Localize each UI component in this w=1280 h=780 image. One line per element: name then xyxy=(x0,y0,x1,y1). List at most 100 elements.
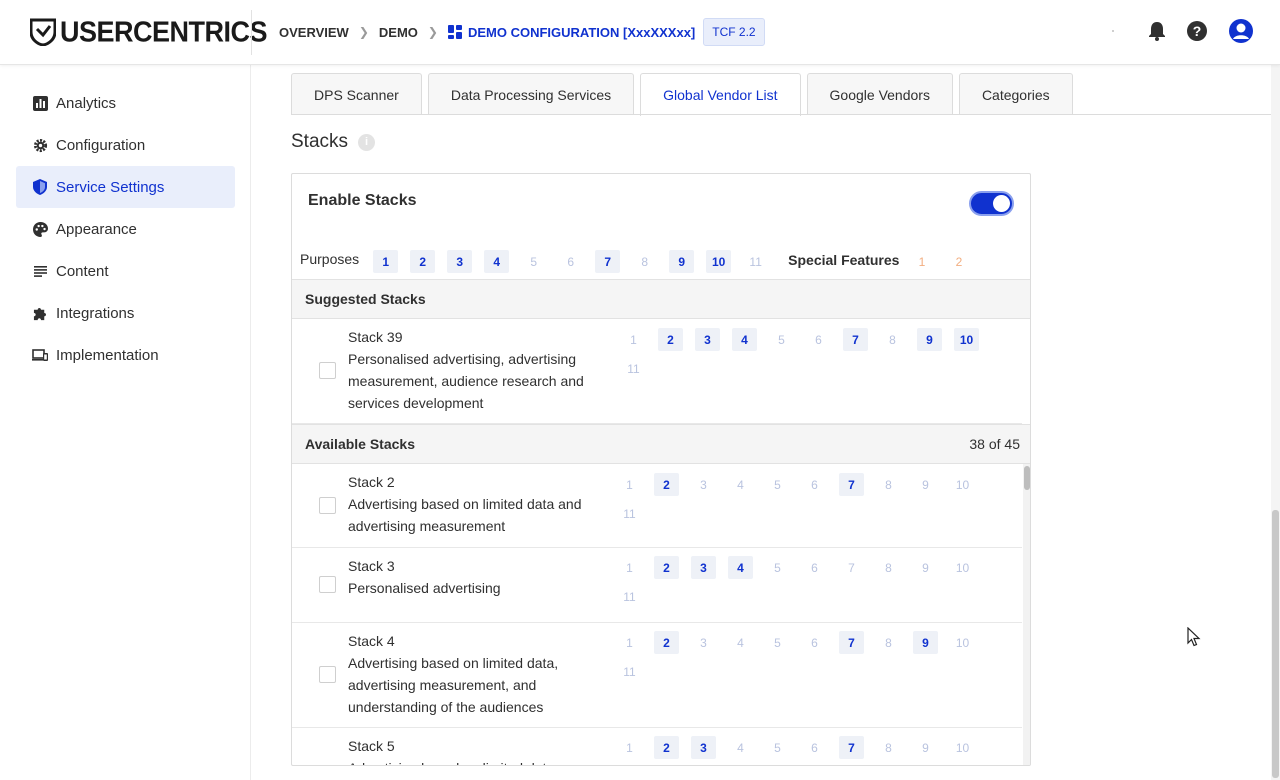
header-separator xyxy=(1112,30,1114,32)
sidebar-item-service-settings[interactable]: Service Settings xyxy=(16,166,235,208)
stack-text: Stack 4 Advertising based on limited dat… xyxy=(348,630,608,718)
stack-description: Advertising based on limited data, adver… xyxy=(348,655,559,715)
chevron-right-icon: ❯ xyxy=(358,25,369,39)
purpose-chip: 9 xyxy=(669,250,695,273)
chevron-right-icon: ❯ xyxy=(427,25,438,39)
tab-google-vendors[interactable]: Google Vendors xyxy=(806,73,953,115)
stack-purpose-chip: 1 xyxy=(626,560,633,575)
stack-text: Stack 39 Personalised advertising, adver… xyxy=(348,326,608,414)
user-avatar-icon[interactable] xyxy=(1228,18,1254,44)
breadcrumb: OVERVIEW ❯ DEMO ❯ DEMO CONFIGURATION [Xx… xyxy=(279,17,765,47)
breadcrumb-overview[interactable]: OVERVIEW xyxy=(279,25,349,40)
stack-purpose-chip: 1 xyxy=(626,635,633,650)
purpose-chip: 2 xyxy=(410,250,436,273)
stack-purpose-chip: 5 xyxy=(778,332,785,347)
bar-chart-icon xyxy=(32,95,48,111)
stack-purpose-chip: 11 xyxy=(623,506,636,521)
stack-purpose-chip: 11 xyxy=(617,765,642,766)
breadcrumb-demo[interactable]: DEMO xyxy=(379,25,418,40)
sidebar-item-label: Appearance xyxy=(56,220,137,238)
tab-categories[interactable]: Categories xyxy=(958,73,1073,115)
breadcrumb-current-configuration[interactable]: DEMO CONFIGURATION [XxxXXXxx] xyxy=(447,24,696,40)
sidebar-item-content[interactable]: Content xyxy=(16,250,235,292)
sidebar-item-appearance[interactable]: Appearance xyxy=(16,208,235,250)
tab-divider xyxy=(291,114,1280,115)
purpose-chip: 8 xyxy=(641,254,648,269)
shield-icon xyxy=(32,179,48,195)
sidebar-item-implementation[interactable]: Implementation xyxy=(16,334,235,376)
stack-purpose-chip: 6 xyxy=(811,635,818,650)
stack-purpose-chip: 1 xyxy=(626,740,633,755)
enable-stacks-toggle[interactable] xyxy=(969,191,1014,216)
help-icon[interactable]: ? xyxy=(1186,20,1208,42)
stack-purpose-chip: 8 xyxy=(885,635,892,650)
stack-purpose-chip: 3 xyxy=(691,736,716,759)
stack-purpose-chip: 10 xyxy=(955,740,970,755)
scrollbar-thumb[interactable] xyxy=(1024,466,1030,490)
top-bar: USERCENTRICS OVERVIEW ❯ DEMO ❯ DEMO CONF… xyxy=(0,0,1280,65)
special-feature-chip: 1 xyxy=(918,254,926,269)
puzzle-icon xyxy=(32,305,48,321)
bell-icon[interactable] xyxy=(1148,21,1166,41)
stack-purpose-chips: 1234567891011 xyxy=(617,736,997,766)
stack-checkbox[interactable] xyxy=(319,497,336,514)
stack-checkbox[interactable] xyxy=(319,576,336,593)
sidebar-item-label: Configuration xyxy=(56,136,146,154)
stack-purpose-chip: 11 xyxy=(623,664,636,679)
stack-purpose-chips: 1234567891011 xyxy=(621,328,1001,380)
stack-purpose-chip: 10 xyxy=(955,560,970,575)
stack-purpose-chip: 4 xyxy=(737,477,744,492)
tab-dps-scanner[interactable]: DPS Scanner xyxy=(291,73,422,115)
scrollbar-thumb[interactable] xyxy=(1272,510,1279,778)
sidebar-item-label: Content xyxy=(56,262,109,280)
stack-name: Stack 2 xyxy=(348,474,395,490)
stack-text: Stack 2 Advertising based on limited dat… xyxy=(348,471,608,537)
logo-text: USERCENTRICS xyxy=(60,15,268,48)
shield-logo-icon xyxy=(30,18,56,46)
available-stacks-label: Available Stacks xyxy=(305,436,415,452)
purposes-legend: Purposes 1 2 3 4 5 6 7 8 9 10 11 Special Features … xyxy=(300,250,983,273)
gear-icon xyxy=(32,137,48,153)
stack-purpose-chip: 7 xyxy=(848,560,855,575)
sidebar-item-label: Integrations xyxy=(56,304,135,322)
stack-purpose-chips: 1234567891011 xyxy=(617,556,997,608)
info-icon[interactable]: i xyxy=(358,133,376,151)
purpose-chip-list: 1 2 3 4 5 6 7 8 9 10 11 xyxy=(373,250,780,273)
sidebar-item-label: Analytics xyxy=(56,94,117,112)
page-scrollbar[interactable] xyxy=(1271,65,1280,780)
stacks-heading: Stacks i xyxy=(291,131,376,153)
stacks-list-scrollbar[interactable] xyxy=(1023,464,1030,765)
stack-purpose-chip: 3 xyxy=(700,635,707,650)
stack-purpose-chip: 8 xyxy=(885,740,892,755)
purpose-chip: 7 xyxy=(595,250,621,273)
toggle-knob xyxy=(993,195,1010,212)
sidebar-item-analytics[interactable]: Analytics xyxy=(16,82,235,124)
stack-purpose-chip: 2 xyxy=(654,473,679,496)
suggested-stacks-label: Suggested Stacks xyxy=(305,291,426,307)
main-content: DPS Scanner Data Processing Services Glo… xyxy=(252,65,1280,780)
tab-data-processing-services[interactable]: Data Processing Services xyxy=(427,73,635,115)
stack-purpose-chip: 9 xyxy=(913,631,938,654)
stack-checkbox[interactable] xyxy=(319,666,336,683)
breadcrumb-current-label: DEMO CONFIGURATION [XxxXXXxx] xyxy=(467,24,696,40)
stack-purpose-chip: 9 xyxy=(922,560,929,575)
stack-purpose-chip: 8 xyxy=(885,477,892,492)
stack-purpose-chip: 3 xyxy=(695,328,720,351)
stack-checkbox[interactable] xyxy=(319,362,336,379)
stack-purpose-chip: 2 xyxy=(654,736,679,759)
stack-purpose-chip: 3 xyxy=(700,477,707,492)
stack-purpose-chip: 5 xyxy=(774,740,781,755)
stack-purpose-chip: 2 xyxy=(654,556,679,579)
stack-purpose-chip: 5 xyxy=(774,560,781,575)
sidebar-item-integrations[interactable]: Integrations xyxy=(16,292,235,334)
usercentrics-logo[interactable]: USERCENTRICS xyxy=(30,15,268,48)
tab-global-vendor-list[interactable]: Global Vendor List xyxy=(640,73,801,116)
stack-purpose-chip: 7 xyxy=(839,473,864,496)
enable-stacks-label: Enable Stacks xyxy=(308,192,417,209)
stacks-card: Enable Stacks Purposes 1 2 3 4 5 6 7 8 9 10 11 Spe… xyxy=(291,173,1031,766)
sidebar-item-configuration[interactable]: Configuration xyxy=(16,124,235,166)
stack-purpose-chip: 11 xyxy=(623,589,636,604)
stack-row: Stack 39 Personalised advertising, adver… xyxy=(292,319,1022,424)
stack-purpose-chip: 11 xyxy=(627,361,640,376)
stack-purpose-chip: 4 xyxy=(737,635,744,650)
